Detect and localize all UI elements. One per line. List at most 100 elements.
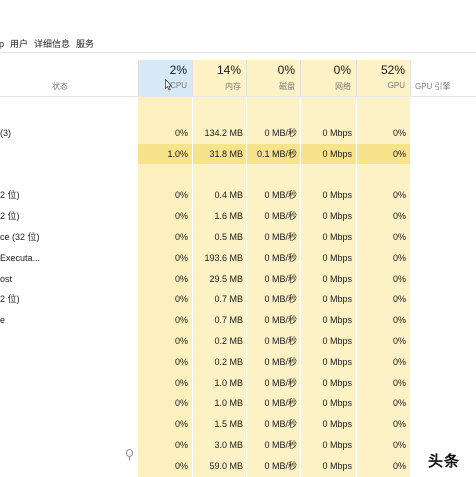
cell-mem: 1.0 MB [214,377,243,388]
cell-net: 0 Mbps [322,128,352,138]
cell-gpu: 0% [392,232,406,242]
header-separator[interactable] [356,60,357,96]
column-header-cpu-percent[interactable]: 2% [140,63,187,77]
process-row[interactable]: 0% 1.5 MB 0 MB/秒 0 Mbps 0% [0,414,476,434]
cell-cpu [140,165,188,185]
cell-disk: 0 MB/秒 [264,336,297,346]
cell-disk [248,165,297,185]
cell-net: 0 Mbps [322,419,352,430]
cell-net: 0 Mbps [322,356,352,367]
process-row[interactable]: ce (32 位) 0% 0.5 MB 0 MB/秒 0 Mbps 0% [0,227,476,247]
process-row[interactable]: ost 0% 29.5 MB 0 MB/秒 0 Mbps 0% [0,269,476,289]
process-name: 2 位) [0,294,20,305]
cell-cpu: 0% [174,252,188,263]
cell-disk: 0 MB/秒 [264,440,297,450]
process-row[interactable]: 0% 1.0 MB 0 MB/秒 0 Mbps 0% [0,393,476,413]
column-header-gpu-percent[interactable]: 52% [358,63,405,77]
column-header-memory-label[interactable]: 内存 [194,81,241,92]
cell-mem: 0.5 MB [214,232,243,242]
process-row[interactable]: 2 位) 0% 0.4 MB 0 MB/秒 0 Mbps 0% [0,185,476,205]
cell-net: 0 Mbps [322,294,352,305]
column-header-gpu-engine[interactable]: GPU 引擎 [415,81,451,92]
cell-cpu: 0% [174,211,188,222]
tab-divider [0,52,476,53]
header-separator[interactable] [192,60,193,96]
process-row[interactable]: 0% 1.0 MB 0 MB/秒 0 Mbps 0% [0,373,476,393]
cell-cpu: 0% [174,377,188,388]
cell-gpu: 0% [392,211,406,222]
cell-net: 0 Mbps [322,460,352,471]
header-separator[interactable] [410,60,411,96]
header-separator[interactable] [300,60,301,96]
column-header-status[interactable]: 状态 [52,81,68,92]
cell-cpu: 0% [174,273,188,284]
cell-net: 0 Mbps [322,398,352,409]
column-header-memory-percent[interactable]: 14% [194,63,241,77]
column-header-gpu-label[interactable]: GPU [358,81,405,90]
cell-cpu: 0% [174,294,188,305]
cell-cpu: 0% [174,440,188,450]
cell-net: 0 Mbps [322,148,352,159]
cell-mem: 1.5 MB [214,419,243,430]
cell-cpu: 0% [174,419,188,430]
cell-gpu: 0% [392,252,406,263]
cell-disk: 0 MB/秒 [264,398,297,409]
cell-cpu: 0% [174,232,188,242]
process-row[interactable]: 2 位) 0% 1.6 MB 0 MB/秒 0 Mbps 0% [0,206,476,226]
process-row[interactable]: 2 位) 0% 0.7 MB 0 MB/秒 0 Mbps 0% [0,289,476,309]
cell-net: 0 Mbps [322,273,352,284]
tab-bar: p 用户 详细信息 服务 [0,36,476,51]
process-row[interactable]: 1.0% 31.8 MB 0.1 MB/秒 0 Mbps 0% [0,143,476,164]
cell-disk: 0 MB/秒 [264,419,297,430]
cell-disk: 0 MB/秒 [264,190,297,201]
column-header-network-label[interactable]: 网络 [302,81,351,92]
cell-gpu: 0% [392,336,406,346]
cell-gpu: 0% [392,190,406,201]
cell-gpu [358,165,406,185]
cell-disk: 0 MB/秒 [264,377,297,388]
cell-gpu: 0% [392,356,406,367]
tab-services[interactable]: 服务 [76,37,94,50]
process-row[interactable]: 0% 3.0 MB 0 MB/秒 0 Mbps 0% [0,435,476,455]
header-separator[interactable] [138,60,139,96]
process-row[interactable]: Executa... 0% 193.6 MB 0 MB/秒 0 Mbps 0% [0,248,476,268]
cell-mem: 0.7 MB [214,294,243,305]
cell-mem: 0.2 MB [214,336,243,346]
cell-mem: 1.0 MB [214,398,243,409]
cell-gpu: 0% [392,419,406,430]
cell-gpu: 0% [392,294,406,305]
column-header-network-percent[interactable]: 0% [302,63,351,77]
cell-net: 0 Mbps [322,377,352,388]
cell-net [302,165,352,185]
cell-disk: 0.1 MB/秒 [256,148,297,159]
column-header-disk-label[interactable]: 磁盘 [248,81,295,92]
cell-gpu: 0% [392,398,406,409]
cell-net: 0 Mbps [322,315,352,326]
cell-mem: 3.0 MB [214,440,243,450]
cell-mem [194,165,243,185]
mouse-cursor-icon [165,79,172,91]
cell-disk: 0 MB/秒 [264,252,297,263]
column-header-cpu-label[interactable]: CPU [140,81,187,90]
process-row[interactable]: (3) 0% 134.2 MB 0 MB/秒 0 Mbps 0% [0,123,476,143]
cell-mem: 0.4 MB [214,190,243,201]
cell-net: 0 Mbps [322,190,352,201]
cell-cpu: 0% [174,128,188,138]
process-row[interactable] [0,165,476,185]
process-name: 2 位) [0,211,20,222]
cell-gpu: 0% [392,128,406,138]
tab-users[interactable]: 用户 [10,37,28,50]
pin-icon [126,449,133,461]
header-separator[interactable] [246,60,247,96]
tab-details[interactable]: 详细信息 [34,37,70,50]
cell-net: 0 Mbps [322,336,352,346]
column-header-disk-percent[interactable]: 0% [248,63,295,77]
cell-mem: 1.6 MB [214,211,243,222]
process-name: 2 位) [0,190,20,201]
tab-processes-partial[interactable]: p [0,39,4,49]
process-row[interactable]: 0% 0.2 MB 0 MB/秒 0 Mbps 0% [0,352,476,372]
cell-net: 0 Mbps [322,440,352,450]
process-row[interactable]: e 0% 0.7 MB 0 MB/秒 0 Mbps 0% [0,310,476,330]
process-row[interactable]: 0% 0.2 MB 0 MB/秒 0 Mbps 0% [0,331,476,351]
process-row[interactable]: 0% 59.0 MB 0 MB/秒 0 Mbps 0% [0,456,476,476]
